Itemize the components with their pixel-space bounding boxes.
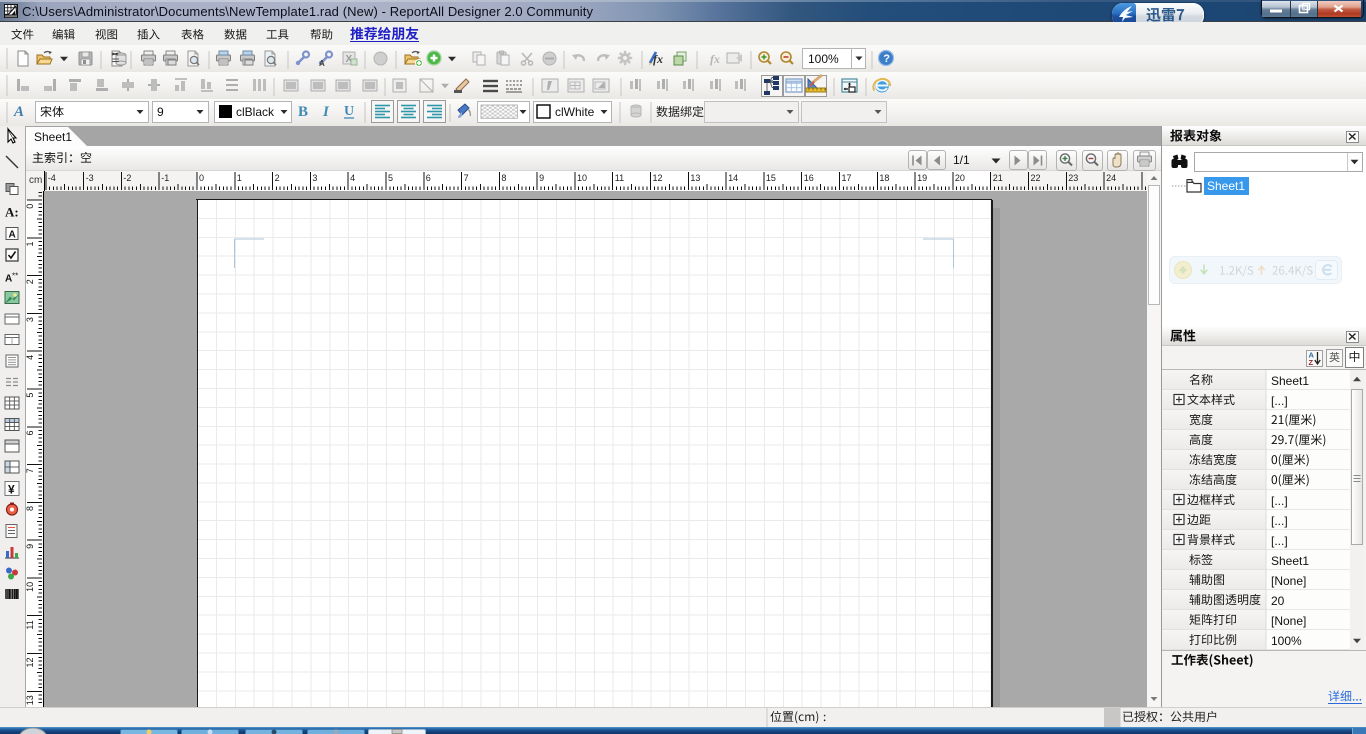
svg-text:12: 12: [653, 173, 663, 183]
svg-text:A: A: [13, 104, 24, 120]
svg-text:12: 12: [25, 657, 35, 667]
svg-text:1: 1: [237, 173, 242, 183]
svg-text:2: 2: [275, 173, 280, 183]
svg-text:A: A: [319, 59, 325, 68]
svg-text:9: 9: [25, 544, 35, 549]
svg-text:¥: ¥: [8, 483, 15, 497]
svg-text:0: 0: [199, 173, 204, 183]
svg-text:I: I: [322, 104, 330, 120]
svg-text:-3: -3: [86, 173, 94, 183]
svg-text:0: 0: [25, 204, 35, 209]
svg-text:11: 11: [25, 620, 35, 629]
svg-text:5: 5: [25, 393, 35, 398]
svg-text:4: 4: [25, 355, 35, 360]
svg-text:8: 8: [25, 506, 35, 511]
svg-text:19: 19: [917, 173, 927, 183]
svg-text:14: 14: [728, 173, 738, 183]
svg-text:22: 22: [1031, 173, 1041, 183]
svg-text:-4: -4: [48, 173, 56, 183]
svg-text:15: 15: [766, 173, 776, 183]
svg-text:10: 10: [577, 173, 587, 183]
svg-text:-2: -2: [123, 173, 131, 183]
svg-text:21: 21: [993, 173, 1003, 183]
svg-text:Z: Z: [1309, 358, 1314, 367]
svg-text:-1: -1: [161, 173, 169, 183]
svg-text:18: 18: [879, 173, 889, 183]
svg-text:3: 3: [25, 317, 35, 322]
svg-text:13: 13: [690, 173, 700, 183]
svg-text:?: ?: [883, 53, 890, 65]
svg-text:4: 4: [350, 173, 355, 183]
svg-text:24: 24: [1106, 173, 1116, 183]
svg-text:fx: fx: [710, 52, 720, 66]
svg-text:6: 6: [25, 430, 35, 435]
svg-text:23: 23: [1068, 173, 1078, 183]
svg-text:20: 20: [955, 173, 965, 183]
svg-text:7: 7: [464, 173, 469, 183]
svg-text:fx: fx: [653, 52, 663, 66]
svg-text:16: 16: [804, 173, 814, 183]
svg-text:3: 3: [312, 173, 317, 183]
svg-text:5: 5: [388, 173, 393, 183]
svg-text:11: 11: [615, 173, 624, 183]
svg-text:B: B: [298, 104, 308, 120]
svg-text:U: U: [344, 104, 354, 119]
svg-text:7: 7: [25, 468, 35, 473]
svg-text:2: 2: [25, 279, 35, 284]
svg-text:8: 8: [501, 173, 506, 183]
svg-text:13: 13: [25, 695, 35, 705]
svg-text:10: 10: [25, 582, 35, 592]
svg-text:6: 6: [426, 173, 431, 183]
svg-text:A:: A:: [5, 205, 19, 220]
svg-text:17: 17: [842, 173, 852, 183]
svg-text:9: 9: [539, 173, 544, 183]
svg-text:A: A: [9, 230, 16, 241]
svg-text:**: **: [12, 272, 18, 281]
svg-text:1: 1: [25, 241, 35, 246]
